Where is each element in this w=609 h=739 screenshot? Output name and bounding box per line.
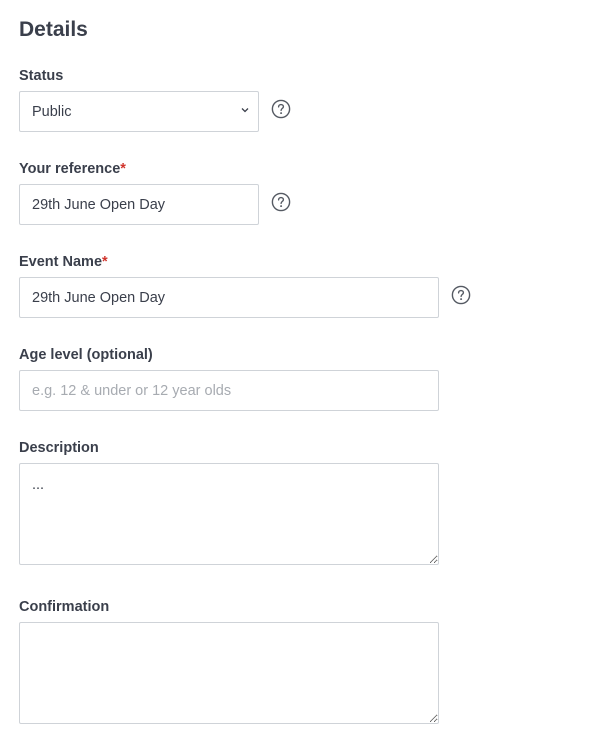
your-reference-input[interactable] [19, 184, 259, 225]
status-label: Status [19, 67, 63, 85]
description-textarea[interactable] [19, 463, 439, 565]
status-select[interactable]: Public [19, 91, 259, 132]
status-label-text: Status [19, 68, 64, 84]
section-title: Details [19, 18, 88, 41]
status-help-icon[interactable] [271, 99, 291, 119]
your-reference-label-text: Your reference [19, 161, 121, 177]
age-level-input[interactable] [19, 370, 439, 411]
required-asterisk: * [102, 254, 108, 270]
age-level-label: Age level (optional) [19, 346, 153, 364]
age-level-label-text: Age level (optional) [19, 347, 153, 363]
details-form: Details Status Public Your reference* Ev… [0, 0, 609, 739]
event-name-label-text: Event Name [19, 254, 103, 270]
chevron-down-icon [241, 108, 249, 113]
confirmation-label: Confirmation [19, 598, 109, 616]
description-label-text: Description [19, 440, 99, 456]
confirmation-label-text: Confirmation [19, 599, 110, 615]
status-selected-value: Public [32, 104, 72, 120]
required-asterisk: * [120, 161, 126, 177]
event-name-help-icon[interactable] [451, 285, 471, 305]
description-label: Description [19, 439, 99, 457]
event-name-input[interactable] [19, 277, 439, 318]
your-reference-help-icon[interactable] [271, 192, 291, 212]
event-name-label: Event Name* [19, 253, 108, 271]
your-reference-label: Your reference* [19, 160, 126, 178]
confirmation-textarea[interactable] [19, 622, 439, 724]
